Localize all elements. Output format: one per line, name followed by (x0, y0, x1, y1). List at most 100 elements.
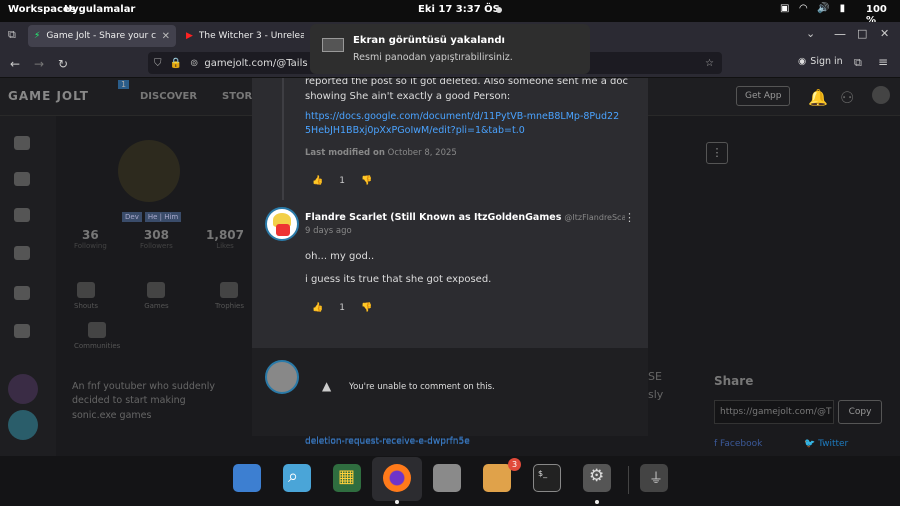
avatar-body (276, 224, 290, 236)
more-options-icon[interactable]: ⋮ (706, 142, 728, 164)
profile-avatar[interactable] (118, 140, 180, 202)
search-tool-icon[interactable]: ⌕ (283, 464, 311, 492)
reload-icon[interactable]: ↻ (58, 57, 68, 71)
updates-count-badge: 3 (508, 458, 521, 471)
friends-icon[interactable]: ⚇ (840, 88, 854, 107)
bookmark-star-icon[interactable]: ☆ (705, 58, 714, 69)
twitter-share-link[interactable]: 🐦 Twitter (804, 439, 848, 449)
user-avatar[interactable] (872, 86, 890, 104)
close-window-icon[interactable]: ✕ (880, 27, 889, 40)
communities-link[interactable]: Communities (74, 322, 120, 350)
bell-icon[interactable]: 🔔 (808, 88, 828, 107)
twitter-icon: 🐦 (804, 439, 819, 449)
shouts-link[interactable]: Shouts (74, 282, 98, 310)
shield-icon[interactable]: ⛉ (154, 58, 162, 69)
obscured-text: sly (648, 388, 664, 401)
software-store-icon[interactable] (483, 464, 511, 492)
menu-icon[interactable]: ≡ (878, 55, 888, 69)
volume-icon: 🔊 (817, 3, 830, 14)
usb-drive-icon[interactable]: ⏚ (640, 464, 668, 492)
gamejolt-logo[interactable]: GAME JOLT (8, 89, 89, 103)
terminal-icon[interactable]: $_ (533, 464, 561, 492)
dock-separator (628, 466, 629, 494)
commenter-handle[interactable]: @ItzFlandreScarletG... (564, 213, 625, 222)
firefox-icon[interactable] (383, 464, 411, 492)
share-title: Share (714, 374, 754, 388)
lock-icon[interactable]: 🔒 (170, 58, 182, 69)
maximize-icon[interactable]: □ (857, 27, 867, 40)
dislike-icon[interactable]: 👎 (361, 176, 372, 186)
get-app-button[interactable]: Get App (736, 86, 791, 106)
minimize-icon[interactable]: — (834, 27, 846, 41)
forward-icon[interactable]: → (34, 57, 44, 71)
files-icon[interactable] (433, 464, 461, 492)
close-tab-icon[interactable]: ✕ (162, 31, 170, 42)
trophy-icon (220, 282, 239, 298)
like-count: 1 (339, 176, 345, 186)
own-avatar (265, 360, 299, 394)
tab-title: The Witcher 3 - Unreleased (198, 31, 304, 41)
tab-list-icon[interactable]: ⧉ (8, 28, 16, 42)
community-avatar[interactable] (8, 410, 38, 440)
extensions-icon[interactable]: ⧉ (854, 56, 862, 70)
screenshot-notification[interactable]: Ekran görüntüsü yakalandı Resmi panodan … (310, 24, 590, 74)
comment-line: oh... my god.. (305, 251, 375, 262)
sidebar-backpack-icon[interactable] (14, 208, 30, 222)
signin-button[interactable]: ◉ Sign in (798, 56, 843, 67)
like-count: 1 (339, 303, 345, 313)
last-modified-label: Last modified on (305, 148, 385, 158)
system-topbar: Workspaces Uygulamalar Eki 17 3:37 ÖS ▣ … (0, 0, 900, 26)
notification-title: Ekran görüntüsü yakalandı (353, 35, 505, 46)
permissions-icon[interactable]: ⊚ (190, 58, 198, 69)
chevron-down-icon[interactable]: ⌄ (806, 27, 815, 40)
share-url-input[interactable]: https://gamejolt.com/@T (714, 400, 834, 424)
running-indicator (595, 500, 599, 504)
copy-button[interactable]: Copy (838, 400, 882, 424)
commenter-avatar[interactable] (265, 207, 299, 241)
app-grid-icon[interactable]: ▦ (333, 464, 361, 492)
sidebar-trophy-icon[interactable] (14, 246, 30, 260)
commenter-name[interactable]: Flandre Scarlet (Still Known as ItzGolde… (305, 212, 561, 223)
tab-gamejolt[interactable]: ⚡ Game Jolt - Share your crea ✕ (28, 25, 176, 47)
applications-button[interactable]: Uygulamalar (64, 4, 135, 15)
like-icon[interactable]: 👍 (312, 303, 323, 313)
screen-icon: ▣ (780, 3, 790, 14)
notification-body: Resmi panodan yapıştırabilirsiniz. (353, 52, 513, 63)
gamepad-icon (147, 282, 166, 298)
clock[interactable]: Eki 17 3:37 ÖS (418, 4, 500, 15)
dislike-icon[interactable]: 👎 (361, 303, 372, 313)
profile-bio: An fnf youtuber who suddenly decided to … (72, 381, 216, 421)
system-tray[interactable]: ▣ ◠ 🔊 ▮ (780, 3, 845, 14)
tab-witcher[interactable]: ▶ The Witcher 3 - Unreleased (180, 25, 310, 47)
back-icon[interactable]: ← (10, 57, 20, 71)
file-manager-icon[interactable] (233, 464, 261, 492)
likes-stat[interactable]: 1,807 Likes (206, 228, 244, 250)
sidebar-chat-icon[interactable] (14, 286, 30, 300)
followers-stat[interactable]: 308 Followers (140, 228, 173, 250)
doc-link[interactable]: https://docs.google.com/document/d/11Pyt… (305, 110, 625, 139)
url-text[interactable]: gamejolt.com/@Tails (204, 58, 307, 69)
sidebar-store-icon[interactable] (14, 172, 30, 186)
comment-disabled-notice: You're unable to comment on this. (349, 382, 495, 392)
following-stat[interactable]: 36 Following (74, 228, 107, 250)
right-panel: ⋮ SE sly Share https://gamejolt.com/@T C… (648, 116, 900, 456)
sidebar-feed-icon[interactable] (14, 136, 30, 150)
trophies-link[interactable]: Trophies (215, 282, 244, 310)
screenshot-thumbnail-icon (322, 38, 344, 52)
community-avatar[interactable] (8, 374, 38, 404)
notification-count-badge: 1 (118, 80, 130, 89)
facebook-share-link[interactable]: f Facebook (714, 439, 762, 449)
comment-compose-area: ▲ You're unable to comment on this. dele… (252, 348, 648, 447)
gamejolt-favicon-icon: ⚡ (34, 31, 41, 41)
settings-gear-icon[interactable]: ⚙ (583, 464, 611, 492)
tab-title: Game Jolt - Share your crea (46, 31, 156, 41)
like-icon[interactable]: 👍 (312, 176, 323, 186)
background-link[interactable]: deletion-request-receive-e-dwprfn5e (305, 437, 470, 447)
sidebar-library-icon[interactable] (14, 324, 30, 338)
left-sidebar (0, 116, 56, 456)
comment-options-icon[interactable]: ⋮ (624, 211, 635, 224)
nav-discover[interactable]: DISCOVER (140, 91, 197, 102)
warning-icon: ▲ (322, 379, 332, 393)
games-link[interactable]: Games (144, 282, 169, 310)
pronoun-tag: He | Him (144, 212, 182, 222)
